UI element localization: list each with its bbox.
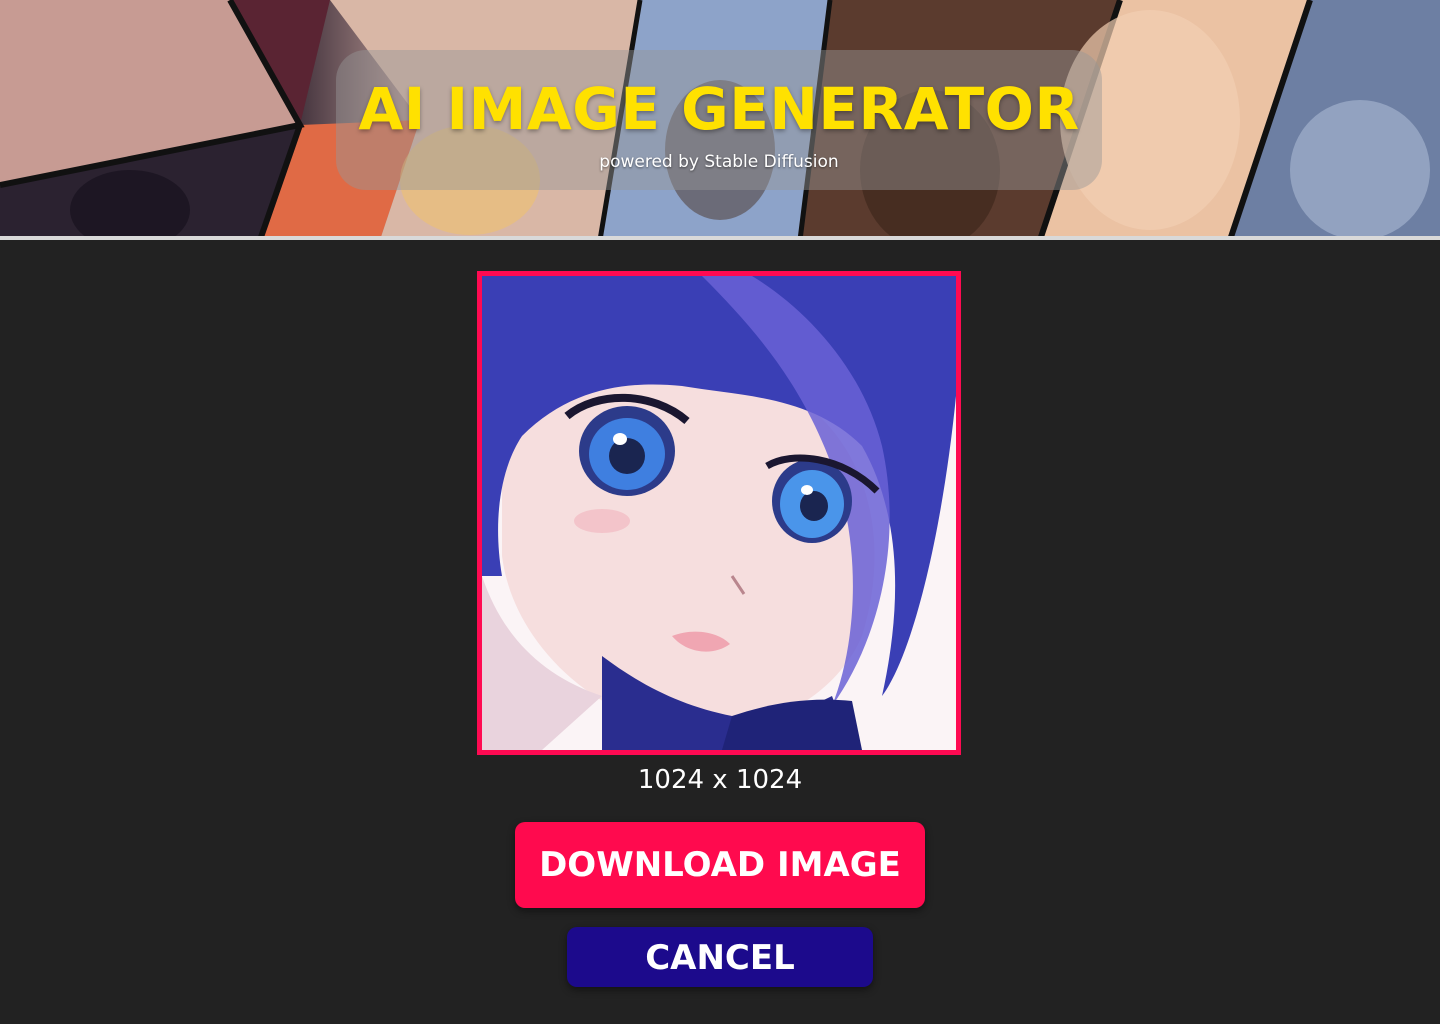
generated-image [482, 276, 956, 750]
header-banner: AI IMAGE GENERATOR powered by Stable Dif… [0, 0, 1440, 240]
banner-divider [0, 236, 1440, 240]
title-panel: AI IMAGE GENERATOR powered by Stable Dif… [336, 50, 1102, 190]
image-dimensions-label: 1024 x 1024 [637, 765, 803, 795]
app-title: AI IMAGE GENERATOR [358, 75, 1080, 143]
app-subtitle: powered by Stable Diffusion [599, 152, 839, 172]
generated-image-preview [477, 271, 961, 755]
download-image-button[interactable]: DOWNLOAD IMAGE [515, 822, 925, 908]
cancel-button[interactable]: CANCEL [567, 927, 873, 987]
